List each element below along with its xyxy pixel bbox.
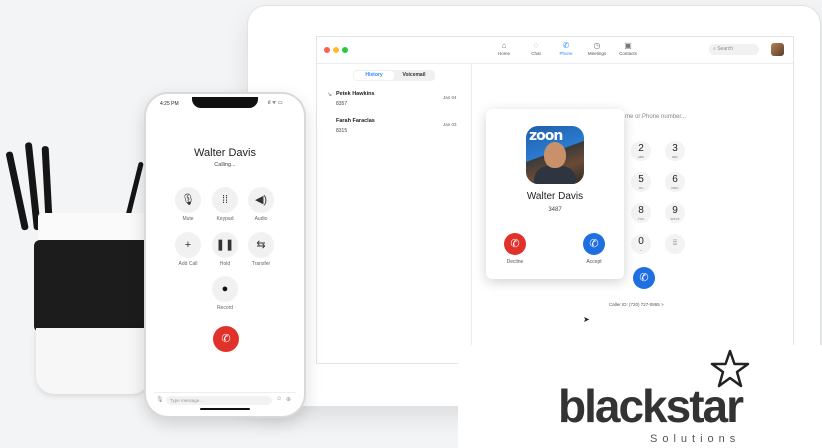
search-input[interactable]: ⌕ Search [709, 44, 759, 55]
call-missed-icon: ↘ [327, 92, 333, 98]
window-minimize-dot[interactable] [333, 47, 339, 53]
nav-meetings[interactable]: ◷ Meetings [582, 41, 612, 56]
dialpad-key-2[interactable]: 2 ABC [631, 141, 651, 161]
caller-photo: zoon [526, 126, 584, 184]
speaker-icon: ◀) [254, 194, 268, 206]
nav-chat[interactable]: ◌ Chat [521, 41, 551, 56]
keypad-button[interactable]: ⁞⁞ [212, 187, 238, 213]
caller-name: Walter Davis [194, 147, 256, 159]
number-input[interactable]: me or Phone number... [625, 114, 686, 120]
history-item[interactable]: ↘ Petek Hawkins 8357 Jan 04 [327, 91, 463, 113]
transfer-icon: ⇆ [256, 239, 266, 251]
dialpad-key-0[interactable]: 0 + [631, 234, 651, 254]
dialpad-key-3[interactable]: 3 DEF [665, 141, 685, 161]
decline-label: Decline [506, 259, 524, 265]
window-close-dot[interactable] [324, 47, 330, 53]
phone-icon: ✆ [639, 272, 649, 284]
decline-button[interactable]: ✆ [504, 233, 526, 255]
cup-base [36, 328, 150, 394]
avatar[interactable] [771, 43, 784, 56]
transfer-button[interactable]: ⇆ [248, 232, 274, 258]
hang-up-icon: ✆ [221, 333, 231, 345]
caller-name: Walter Davis [526, 191, 584, 202]
keypad-icon: ⁞⁞ [221, 194, 229, 206]
end-call-button[interactable]: ✆ [213, 326, 239, 352]
mobile-phone: 4:25 PM ıl ᯤ ▭ Walter Davis Calling... 🎙… [146, 94, 304, 416]
dialpad-key-9[interactable]: 9 WXYZ [665, 203, 685, 223]
logo-wordmark: blackstar [558, 380, 744, 432]
status-icons: ıl ᯤ ▭ [268, 100, 283, 106]
mouse-cursor-icon: ➤ [583, 315, 590, 324]
cup-rim [38, 213, 146, 243]
cup-band [34, 240, 152, 332]
plus-icon: + [184, 239, 192, 251]
phone-icon: ✆ [589, 238, 599, 250]
add-call-button[interactable]: + [175, 232, 201, 258]
home-icon: ⌂ [501, 41, 507, 50]
home-indicator [200, 408, 250, 410]
window-maximize-dot[interactable] [342, 47, 348, 53]
history-item[interactable]: Farah Faraclas 8315 Jan 03 [327, 118, 463, 140]
message-input[interactable]: Type message... [166, 396, 272, 405]
dialpad-key-8[interactable]: 8 TUV [631, 203, 651, 223]
dialpad-key-5[interactable]: 5 JKL [631, 172, 651, 192]
record-button[interactable]: ● [212, 276, 238, 302]
phone-notch [192, 97, 258, 108]
hold-button[interactable]: ❚❚ [212, 232, 238, 258]
mute-button[interactable]: 🎙 [175, 187, 201, 213]
keypad-icon: ⁞⁞ [673, 240, 677, 247]
hang-up-icon: ✆ [510, 238, 520, 250]
call-status: Calling... [214, 162, 236, 168]
tab-history[interactable]: History [354, 71, 394, 80]
status-time: 4:25 PM [160, 101, 179, 107]
chat-icon: ◌ [533, 41, 539, 50]
pause-icon: ❚❚ [215, 239, 235, 251]
emoji-icon[interactable]: ☺ [276, 396, 282, 402]
call-button[interactable]: ✆ [633, 267, 655, 289]
nav-home[interactable]: ⌂ Home [489, 41, 519, 56]
app-top-bar: ⌂ Home ◌ Chat ✆ Phone ◷ Meetings ▣ Conta… [317, 37, 793, 64]
add-attachment-icon[interactable]: ⊕ [286, 396, 291, 403]
record-icon: ● [221, 283, 229, 295]
history-pane: History Voicemail ↘ Petek Hawkins 8357 J… [317, 64, 472, 363]
clock-icon: ◷ [593, 41, 601, 50]
tab-voicemail[interactable]: Voicemail [394, 71, 434, 80]
nav-phone[interactable]: ✆ Phone [551, 41, 581, 56]
logo-card: blackstar Solutions [458, 345, 822, 448]
phone-icon: ✆ [562, 41, 570, 50]
nav-contacts[interactable]: ▣ Contacts [613, 41, 643, 56]
microphone-icon: 🎙 [181, 194, 195, 206]
caller-number: 3487 [548, 207, 562, 213]
accept-label: Accept [586, 259, 602, 265]
dialpad-key-6[interactable]: 6 MNO [665, 172, 685, 192]
microphone-icon[interactable]: 🎙 [156, 396, 164, 403]
message-bar: 🎙 Type message... ☺ ⊕ [154, 392, 296, 406]
contacts-icon: ▣ [624, 41, 632, 50]
history-tabs: History Voicemail [353, 70, 435, 81]
caller-id: Caller ID: (720) 727-0865 > [609, 302, 664, 307]
accept-button[interactable]: ✆ [583, 233, 605, 255]
logo-tagline: Solutions [650, 433, 741, 445]
pen [5, 151, 29, 231]
dialpad-toggle[interactable]: ⁞⁞ [665, 234, 685, 254]
incoming-call-card: zoon Walter Davis 3487 ✆ Decline ✆ Accep… [486, 109, 624, 279]
search-icon: ⌕ [713, 46, 716, 52]
audio-button[interactable]: ◀) [248, 187, 274, 213]
